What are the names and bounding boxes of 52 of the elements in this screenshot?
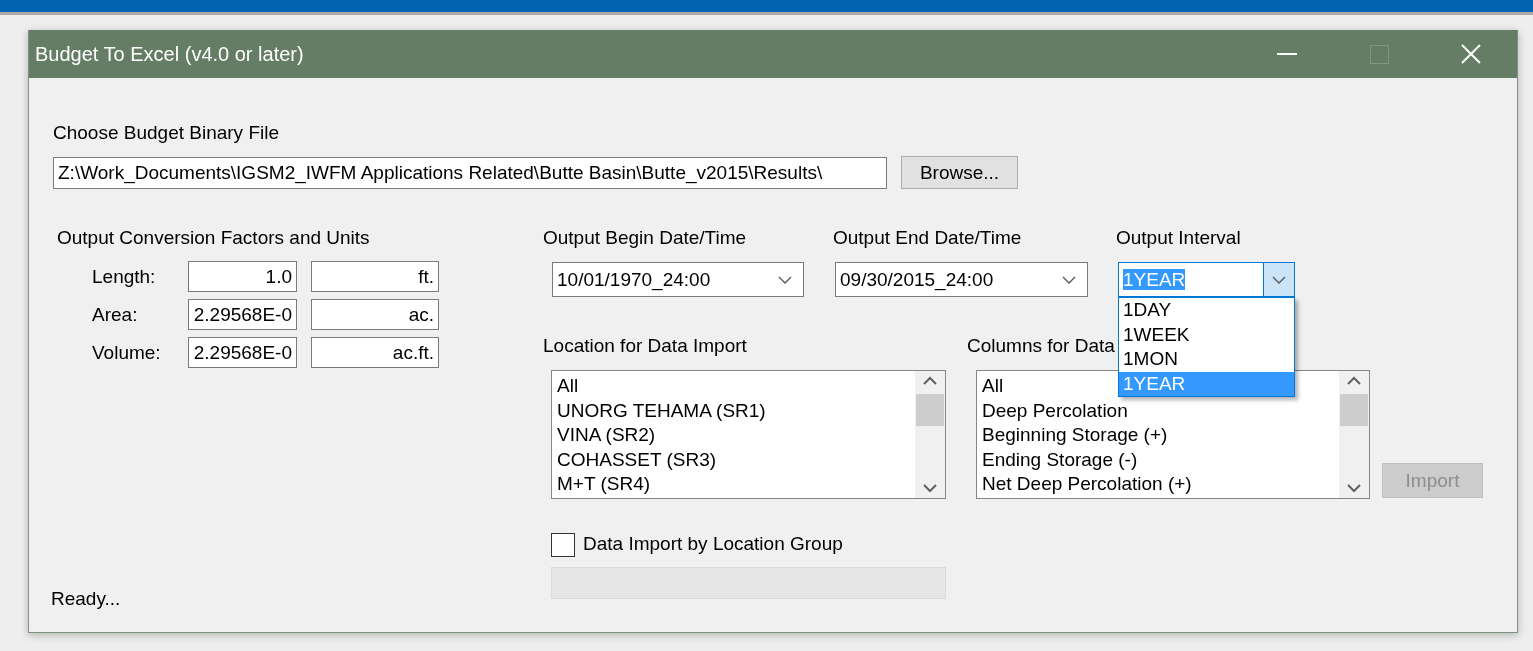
checkbox-label: Data Import by Location Group <box>583 533 843 555</box>
factor-field[interactable]: 2.29568E-0 <box>188 299 297 330</box>
list-item[interactable]: All <box>982 374 1004 399</box>
dropdown-option[interactable]: 1MON <box>1119 347 1294 372</box>
date-picker[interactable]: 09/30/2015_24:00 <box>835 262 1088 297</box>
minimize-icon <box>1277 53 1297 55</box>
chevron-down-icon <box>1062 275 1076 284</box>
date-picker[interactable]: 10/01/1970_24:00 <box>552 262 804 297</box>
chevron-down-icon <box>1272 275 1286 284</box>
list-item[interactable]: VINA (SR2) <box>557 423 656 448</box>
checkbox[interactable] <box>551 533 575 557</box>
status-text: Ready... <box>51 588 121 610</box>
scroll-thumb[interactable] <box>916 394 944 426</box>
list-item[interactable]: COHASSET (SR3) <box>557 447 717 472</box>
field-label: Output End Date/Time <box>833 227 1022 249</box>
list-item[interactable]: M+T (SR4) <box>557 472 651 497</box>
list-item[interactable]: All <box>557 374 579 399</box>
field-label: Area: <box>92 303 139 326</box>
scrollbar[interactable] <box>1339 371 1369 498</box>
dropdown-option[interactable]: 1DAY <box>1119 298 1294 323</box>
chevron-down-icon <box>1346 483 1362 493</box>
browse-button[interactable]: Browse... <box>901 156 1018 189</box>
chevron-up-icon <box>922 376 938 386</box>
list-label: Location for Data Import <box>543 335 747 357</box>
field-label: Length: <box>92 265 157 288</box>
field-label: Output Interval <box>1116 227 1241 249</box>
list-item[interactable]: Net Deep Percolation (+) <box>982 472 1192 497</box>
list-item[interactable]: Deep Percolation <box>982 398 1128 423</box>
unit-field[interactable]: ac.ft. <box>311 337 439 368</box>
field-label: Output Begin Date/Time <box>543 227 747 249</box>
factor-field[interactable]: 2.29568E-0 <box>188 337 297 368</box>
list-box[interactable]: All UNORG TEHAMA (SR1) VINA (SR2) COHASSET (SR3) M+T (SR4) <box>551 370 946 499</box>
window-title: Budget To Excel (v4.0 or later) <box>35 42 305 66</box>
list-item[interactable]: Ending Storage (-) <box>982 447 1138 472</box>
factor-field[interactable]: 1.0 <box>188 261 297 292</box>
field-label: Volume: <box>92 341 162 364</box>
chevron-down-icon <box>778 275 792 284</box>
scrollbar[interactable] <box>915 371 945 498</box>
close-icon <box>1461 44 1481 64</box>
chevron-down-icon <box>922 483 938 493</box>
scroll-thumb[interactable] <box>1340 394 1368 426</box>
list-item[interactable]: Beginning Storage (+) <box>982 423 1168 448</box>
file-label: Choose Budget Binary File <box>53 122 279 144</box>
unit-field[interactable]: ac. <box>311 299 439 330</box>
maximize-icon <box>1369 44 1389 64</box>
section-heading: Output Conversion Factors and Units <box>57 227 370 249</box>
chevron-up-icon <box>1346 376 1362 386</box>
file-path-field[interactable]: Z:\Work_Documents\IGSM2_IWFM Applications Related\Butte Basin\Butte_v2015\Results\ <box>53 156 887 189</box>
list-label: Columns for Data <box>967 335 1115 357</box>
unit-field[interactable]: ft. <box>311 261 439 292</box>
list-item[interactable]: UNORG TEHAMA (SR1) <box>557 398 766 423</box>
dropdown-option[interactable]: 1WEEK <box>1119 322 1294 347</box>
